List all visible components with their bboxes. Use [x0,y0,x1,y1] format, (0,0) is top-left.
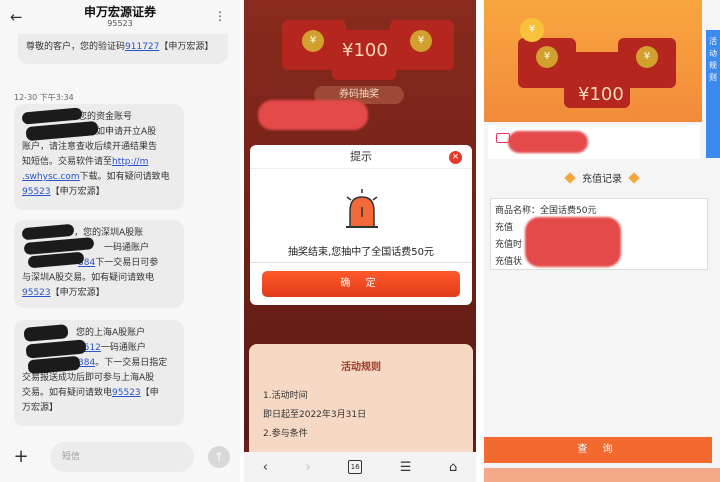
red-envelope: ¥ [390,20,454,70]
rules-card: 活动规则 1.活动时间 即日起至2022年3月31日 2.参与条件 [249,344,473,464]
more-options-icon[interactable]: ⋮ [214,9,226,23]
close-icon[interactable]: × [449,151,462,164]
result-modal: 提示 × 抽奖结束,您抽中了全国话费50元 确 定 [250,145,472,305]
hotline-link[interactable]: 95523 [22,187,51,197]
coin-icon: ¥ [520,18,544,42]
modal-message: 抽奖结束,您抽中了全国话费50元 [288,247,434,258]
rules-side-tab[interactable]: 活动规则 [706,30,720,158]
rule-line: 1.活动时间 [263,391,308,401]
redaction-blot [508,131,588,153]
confirm-button[interactable]: 确 定 [262,271,460,297]
tab-count-badge[interactable]: 16 [348,460,363,474]
add-attachment-icon[interactable]: + [10,446,32,468]
redaction-blot [258,100,368,130]
sms-input[interactable]: 短信 [50,442,194,472]
diamond-icon [628,172,640,184]
code-value[interactable]: 911727 [125,42,159,52]
redaction-blot [525,217,621,267]
coin-icon: ¥ [302,30,324,52]
msg1-line4: 知短信。交易软件请至 [22,157,113,167]
sms-sender-number: 95523 [107,19,133,28]
prize-amount: ¥100 [578,84,624,105]
modal-title: 提示 [250,145,472,169]
user-card [488,125,700,159]
download-link-part1[interactable]: http://m [112,157,148,167]
hotline-link[interactable]: 95523 [22,288,51,298]
msg3-sign-a: 【申 [140,388,159,398]
message-timestamp: 12-30 下午3:34 [14,93,74,102]
send-arrow-icon[interactable]: ↑ [208,446,230,468]
msg3-line5: 交易。如有疑问请致电 [22,388,113,398]
code-msg-prefix: 尊敬的客户，您的验证码 [26,42,126,52]
home-icon[interactable]: ⌂ [449,460,457,475]
compose-bar: + 短信 ↑ [0,432,240,482]
forward-icon[interactable]: › [306,460,311,475]
section-header: 充值记录 [484,170,720,185]
rule-line: 2.参与条件 [263,429,308,439]
sms-sender-name: 申万宏源证券 [83,5,156,19]
msg3-sign-b: 万宏源】 [22,403,59,413]
msg1-line3: 账户，请注意查收后续开通结果告 [22,142,158,152]
msg3-line4: 交易报送成功后即可参与上海A股 [22,373,155,383]
section-title: 充值记录 [582,174,622,185]
msg3-line3: 。下一交易日指定 [95,358,168,368]
rule-line: 即日起至2022年3月31日 [263,410,367,420]
msg2-sign: 【申万宏源】 [50,288,105,298]
lottery-panel: ¥ ¥ ¥100 券码抽奖 提示 × 抽奖结束,您抽中了全国话费50元 确 定 … [244,0,476,482]
sms-header: ← 申万宏源证券 95523 ⋮ [0,0,240,34]
msg1-sign: 【申万宏源】 [50,187,105,197]
query-button[interactable]: 查 询 [484,437,712,463]
sms-panel: ← 申万宏源证券 95523 ⋮ 尊敬的客户，您的验证码911727【申万宏源】… [0,0,240,482]
coin-icon: ¥ [410,30,432,52]
recharge-panel: ¥ ¥ ¥100 ¥ 活动规则 充值记录 商品名称：全国话费50元 充值 充值时… [484,0,720,482]
browser-nav-bar: ‹ › 16 ☰ ⌂ [244,452,476,482]
msg3-line2: 一码通账户 [100,343,146,353]
prize-banner: ¥ ¥ ¥100 ¥ [484,0,702,122]
diamond-icon [564,172,576,184]
rules-title: 活动规则 [341,362,381,373]
modal-divider [250,262,472,263]
back-icon[interactable]: ‹ [263,460,268,475]
download-link-part2[interactable]: .swhysc.com [22,172,80,182]
recharge-record-box: 商品名称：全国话费50元 充值 充值时 充值状 [490,198,708,270]
menu-icon[interactable]: ☰ [400,460,412,475]
msg2-line3: 下一交易日可参 [95,258,159,268]
code-msg-suffix: 【申万宏源】 [159,42,214,52]
message-bubble-code: 尊敬的客户，您的验证码911727【申万宏源】 [18,34,228,64]
msg2-line4: 与深圳A股交易。如有疑问请致电 [22,273,155,283]
bottom-bar [484,468,720,482]
coin-icon: ¥ [536,46,558,68]
coin-icon: ¥ [636,46,658,68]
alarm-light-icon [346,189,378,228]
hotline-link[interactable]: 95523 [112,388,141,398]
msg1-line5: 下载。如有疑问请致电 [79,172,170,182]
prize-amount: ¥100 [342,40,388,61]
